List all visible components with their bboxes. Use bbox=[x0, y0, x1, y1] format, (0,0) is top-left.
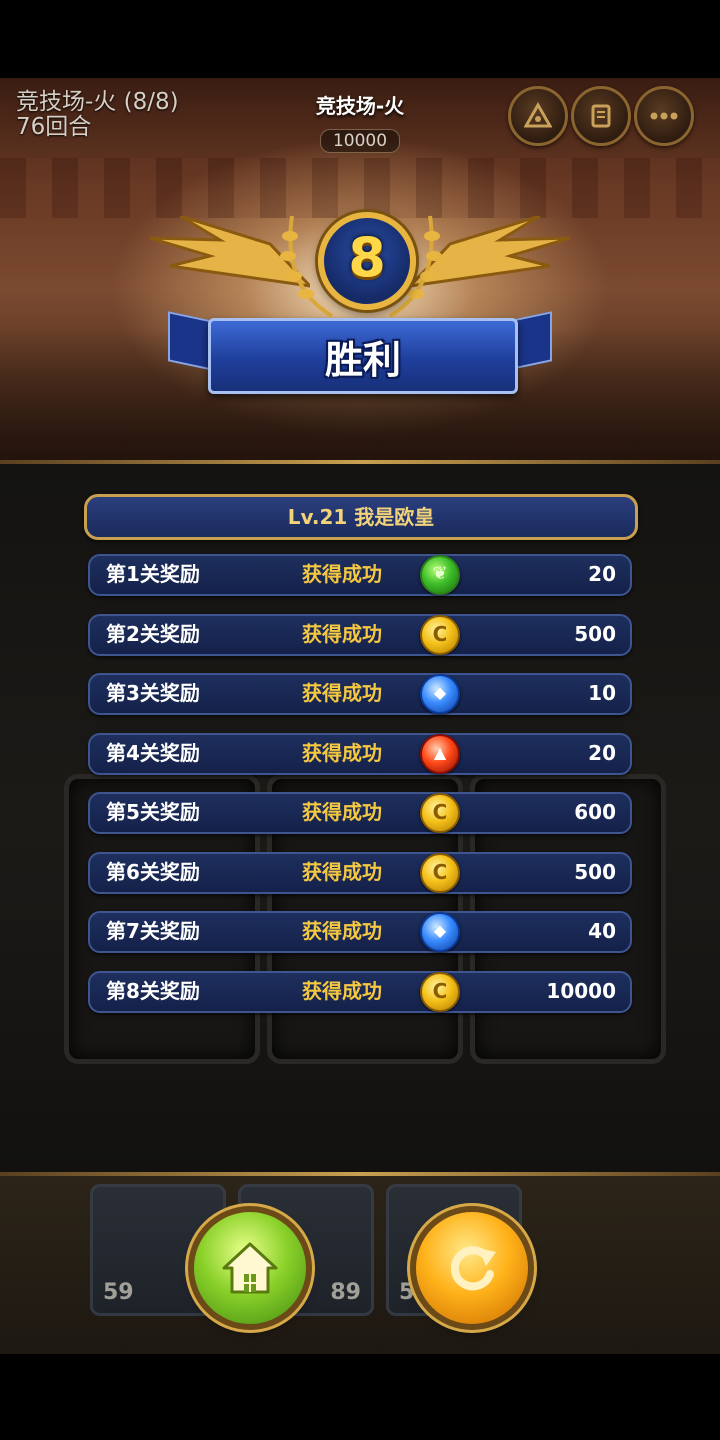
reward-value: 500 bbox=[574, 621, 616, 646]
reward-label: 第7关奖励 bbox=[106, 919, 200, 943]
page-title: 竞技场-火 bbox=[315, 94, 405, 118]
reward-value: 10 bbox=[588, 681, 616, 705]
reward-row: 第7关奖励 获得成功 ◆ 40 bbox=[88, 911, 632, 953]
reward-label: 第6关奖励 bbox=[106, 859, 200, 884]
reward-row: 第4关奖励 获得成功 ▲ 20 bbox=[88, 732, 632, 775]
reward-value: 20 bbox=[588, 740, 616, 765]
reward-status: 获得成功 bbox=[302, 859, 382, 884]
reward-status: 获得成功 bbox=[302, 800, 382, 824]
reward-row: 第8关奖励 获得成功 C 10000 bbox=[88, 970, 632, 1013]
scroll-button[interactable] bbox=[571, 86, 631, 146]
reward-value: 20 bbox=[588, 562, 616, 586]
reward-value: 10000 bbox=[546, 978, 616, 1003]
reward-row: 第3关奖励 获得成功 ◆ 10 bbox=[88, 673, 632, 715]
reward-panel: Lv.21 我是欧皇 第1关奖励 获得成功 ❦ 20 第2关奖励 获得成功 C … bbox=[84, 494, 638, 1030]
reward-row: 第5关奖励 获得成功 C 600 bbox=[88, 792, 632, 834]
reward-value: 500 bbox=[574, 859, 616, 884]
reward-row: 第6关奖励 获得成功 C 500 bbox=[88, 851, 632, 894]
leaf-orb-icon: ❦ bbox=[420, 555, 460, 595]
home-icon bbox=[222, 1242, 278, 1294]
victory-emblem: 8 胜利 bbox=[150, 206, 570, 406]
stage-number: 8 bbox=[348, 226, 386, 289]
water-orb-icon: ◆ bbox=[420, 674, 460, 714]
title-area: 竞技场-火 10000 bbox=[260, 90, 460, 153]
reward-value: 600 bbox=[574, 800, 616, 824]
reward-status: 获得成功 bbox=[302, 740, 382, 765]
stage-info: 竞技场-火 (8/8) 76回合 bbox=[16, 90, 179, 140]
more-button[interactable] bbox=[634, 86, 694, 146]
stage-medal: 8 bbox=[318, 212, 416, 310]
water-orb-icon: ◆ bbox=[420, 912, 460, 952]
reward-value: 40 bbox=[588, 919, 616, 943]
player-name-bar: Lv.21 我是欧皇 bbox=[84, 494, 638, 540]
reward-label: 第4关奖励 bbox=[106, 740, 200, 765]
gold-coin-icon: C bbox=[420, 852, 460, 893]
victory-text: 胜利 bbox=[324, 338, 401, 382]
stage-name: 竞技场-火 (8/8) bbox=[16, 89, 179, 115]
reward-label: 第5关奖励 bbox=[106, 800, 200, 824]
reward-status: 获得成功 bbox=[302, 562, 382, 586]
reward-status: 获得成功 bbox=[302, 919, 382, 943]
reward-list: 第1关奖励 获得成功 ❦ 20 第2关奖励 获得成功 C 500 第3关奖励 获… bbox=[84, 554, 638, 1013]
reward-label: 第2关奖励 bbox=[106, 621, 200, 646]
hero-level: 5 bbox=[399, 1280, 415, 1305]
hero-level: 59 bbox=[103, 1280, 134, 1305]
reward-label: 第1关奖励 bbox=[106, 562, 200, 586]
replay-icon bbox=[450, 1246, 496, 1291]
gold-coin-icon: C bbox=[420, 793, 460, 833]
triangle-button[interactable] bbox=[508, 86, 568, 146]
gold-coin-icon: C bbox=[420, 614, 460, 655]
reward-status: 获得成功 bbox=[302, 681, 382, 705]
round-count: 76回合 bbox=[16, 114, 92, 140]
bottom-bar: 59 89 5 bbox=[0, 1176, 720, 1354]
gold-coin-icon: C bbox=[420, 971, 460, 1012]
reward-label: 第3关奖励 bbox=[106, 681, 200, 705]
hero-level: 89 bbox=[330, 1280, 361, 1305]
reward-label: 第8关奖励 bbox=[106, 978, 200, 1003]
score-box: 10000 bbox=[319, 129, 401, 153]
game-screen: 竞技场-火 (8/8) 76回合 竞技场-火 10000 8 胜利 Lv.21 … bbox=[0, 78, 720, 1354]
reward-status: 获得成功 bbox=[302, 621, 382, 646]
victory-ribbon: 胜利 bbox=[208, 318, 518, 394]
reward-status: 获得成功 bbox=[302, 978, 382, 1003]
reward-row: 第2关奖励 获得成功 C 500 bbox=[88, 613, 632, 656]
fire-orb-icon: ▲ bbox=[420, 733, 460, 774]
scroll-icon bbox=[591, 104, 611, 128]
reward-row: 第1关奖励 获得成功 ❦ 20 bbox=[88, 554, 632, 596]
replay-button[interactable] bbox=[416, 1212, 528, 1324]
more-icon bbox=[650, 112, 678, 120]
triangle-icon bbox=[524, 102, 552, 128]
home-button[interactable] bbox=[194, 1212, 306, 1324]
